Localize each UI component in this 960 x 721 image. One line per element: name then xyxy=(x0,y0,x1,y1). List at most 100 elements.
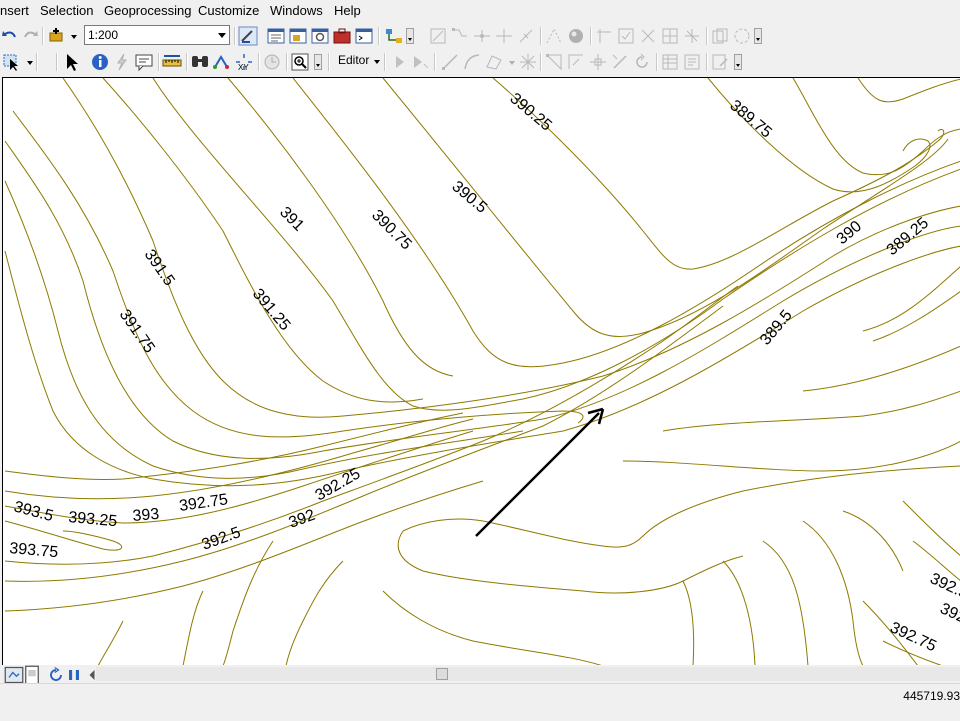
contour-label: 393.75 xyxy=(9,540,59,561)
toolbar-separator xyxy=(42,27,44,45)
toolbar-separator xyxy=(590,27,592,45)
measure-icon[interactable] xyxy=(162,52,182,72)
toolbar-separator xyxy=(540,53,542,71)
toolbar-separator xyxy=(656,53,658,71)
shared-features-icon xyxy=(660,26,680,46)
end-point-arc-icon xyxy=(462,52,482,72)
contour-line xyxy=(4,412,464,480)
contour-line xyxy=(285,560,344,665)
menu-selection[interactable]: Selection xyxy=(40,3,93,18)
data-view-icon[interactable] xyxy=(4,665,24,684)
flow-direction-arrow xyxy=(475,407,605,537)
scroll-left-icon[interactable] xyxy=(82,665,95,681)
sphere-icon xyxy=(566,26,586,46)
map-scale-value: 1:200 xyxy=(88,28,119,42)
contour-label: 392 xyxy=(937,600,960,627)
toolbar-separator xyxy=(434,53,436,71)
toolbar-separator xyxy=(286,53,288,71)
contour-lines xyxy=(4,78,960,665)
toolbar-options-icon[interactable] xyxy=(754,28,762,44)
toolbar-separator xyxy=(540,27,542,45)
contour-line xyxy=(622,440,960,472)
select-elements-icon[interactable] xyxy=(62,52,82,72)
chevron-down-icon[interactable] xyxy=(218,33,226,38)
table-of-contents-icon[interactable] xyxy=(266,26,286,46)
contour-line xyxy=(902,500,960,556)
contour-map: 390.25 389.75 390.5 391 390.75 390 389.2… xyxy=(4,78,960,665)
contour-label: 391 xyxy=(276,204,307,235)
editor-menu[interactable]: Editor xyxy=(338,53,369,67)
toolbar-separator xyxy=(328,53,330,71)
menu-customize[interactable]: Customize xyxy=(198,3,259,18)
python-window-icon[interactable] xyxy=(354,26,374,46)
contour-line xyxy=(862,266,960,332)
menu-windows[interactable]: Windows xyxy=(270,3,323,18)
pause-drawing-icon[interactable] xyxy=(64,665,80,681)
edit-tool-icon xyxy=(390,52,410,72)
rotate-tool-2-icon xyxy=(632,52,652,72)
tools-toolbar: XY Editor xyxy=(0,49,960,75)
reshape-feature-icon xyxy=(450,26,470,46)
find-icon[interactable] xyxy=(190,52,210,72)
editor-dropdown-icon[interactable] xyxy=(374,60,380,64)
time-slider-icon xyxy=(262,52,282,72)
toolbar-separator xyxy=(186,53,188,71)
model-builder-icon[interactable] xyxy=(384,26,404,46)
menu-geoprocessing[interactable]: Geoprocessing xyxy=(104,3,191,18)
toolbar-separator xyxy=(706,27,708,45)
contour-line xyxy=(682,580,695,665)
editor-toolbar-icon[interactable] xyxy=(238,26,258,46)
contour-line xyxy=(4,140,960,459)
horizontal-scrollbar[interactable] xyxy=(96,667,960,681)
select-by-rectangle-icon[interactable] xyxy=(2,52,22,72)
redo-icon[interactable] xyxy=(20,26,40,46)
layout-view-icon[interactable] xyxy=(22,665,39,685)
find-route-icon[interactable] xyxy=(212,52,232,72)
menu-help[interactable]: Help xyxy=(334,3,361,18)
toolbar-separator xyxy=(258,53,260,71)
contour-line xyxy=(4,480,484,612)
identify-icon[interactable] xyxy=(90,52,110,72)
toolbar-options-icon[interactable] xyxy=(406,28,414,44)
refresh-icon[interactable] xyxy=(46,665,62,681)
go-to-xy-icon[interactable]: XY xyxy=(234,52,254,72)
scrollbar-thumb[interactable] xyxy=(436,668,448,680)
html-popup-icon[interactable] xyxy=(134,52,154,72)
edit-annotation-icon xyxy=(410,52,430,72)
contour-label: 391.75 xyxy=(116,307,158,357)
contour-line xyxy=(4,180,524,479)
undo-icon[interactable] xyxy=(0,26,20,46)
status-bar: 445719.93 xyxy=(0,683,960,721)
sketch-tool-icon xyxy=(544,26,564,46)
map-display[interactable]: 390.25 389.75 390.5 391 390.75 390 389.2… xyxy=(2,77,960,665)
map-scale-combobox[interactable]: 1:200 xyxy=(84,25,230,45)
contour-label: 389.75 xyxy=(726,97,774,142)
create-features-icon xyxy=(710,52,730,72)
search-window-icon[interactable] xyxy=(310,26,330,46)
add-data-icon[interactable] xyxy=(46,26,66,46)
contour-label: 393.5 xyxy=(12,498,55,525)
create-viewer-icon[interactable] xyxy=(290,52,310,72)
hyperlink-icon xyxy=(112,52,132,72)
contour-line xyxy=(4,305,724,582)
toolbar-separator xyxy=(234,27,236,45)
contour-line xyxy=(722,560,756,665)
straight-segment-icon xyxy=(440,52,460,72)
toolbar-separator xyxy=(158,53,160,71)
point-tool-icon xyxy=(518,52,538,72)
toolbar-options-icon[interactable] xyxy=(314,54,322,70)
contour-label: 390.25 xyxy=(506,90,554,135)
arctoolbox-icon[interactable] xyxy=(332,26,352,46)
catalog-icon[interactable] xyxy=(288,26,308,46)
toolbar-options-icon[interactable] xyxy=(734,54,742,70)
contour-label: 392.5 xyxy=(200,524,244,554)
standard-toolbar: 1:200 xyxy=(0,23,960,49)
contour-label: 390 xyxy=(834,218,865,248)
add-data-dropdown-icon[interactable] xyxy=(64,26,77,46)
attributes-icon xyxy=(660,52,680,72)
rotate-tool-icon xyxy=(516,26,536,46)
cut-polygons-icon xyxy=(472,26,492,46)
contour-line xyxy=(872,291,960,342)
select-dropdown-icon[interactable] xyxy=(20,52,33,72)
menu-insert[interactable]: nsert xyxy=(0,3,29,18)
